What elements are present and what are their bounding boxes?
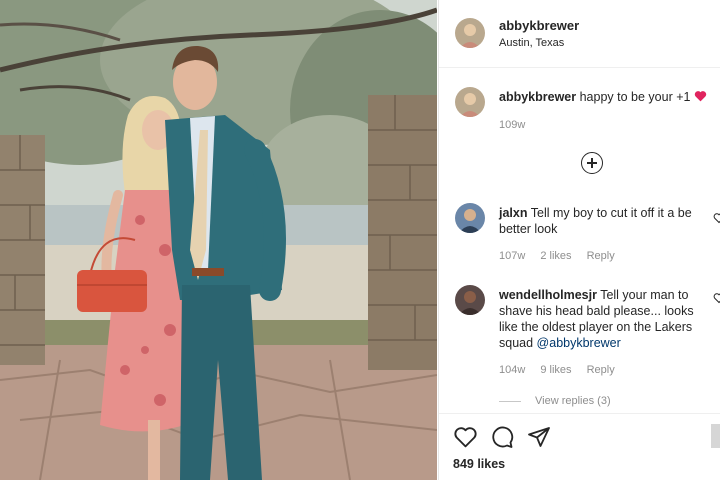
- caption-username[interactable]: abbykbrewer: [499, 90, 576, 104]
- comment-avatar-wendellholmesjr[interactable]: [455, 285, 485, 315]
- actions-divider: [439, 413, 720, 414]
- paper-plane-icon[interactable]: [527, 425, 551, 449]
- speech-bubble-icon[interactable]: [490, 425, 514, 449]
- comment-item: wendellholmesjr Tell your man to shave h…: [499, 287, 704, 376]
- author-avatar[interactable]: [455, 18, 485, 48]
- caption-avatar[interactable]: [455, 87, 485, 117]
- comment-mention-link[interactable]: @abbykbrewer: [537, 336, 621, 350]
- view-replies-label: View replies (3): [535, 395, 611, 407]
- view-replies-button[interactable]: View replies (3): [499, 395, 611, 407]
- comment-username[interactable]: jalxn: [499, 206, 528, 220]
- comment-reply-button[interactable]: Reply: [587, 250, 615, 262]
- post-sidebar: abbykbrewer Austin, Texas abbykbrewer ha…: [438, 0, 720, 480]
- couple-photo-illustration: [0, 0, 437, 480]
- comment-age[interactable]: 104w: [499, 364, 525, 376]
- caption: abbykbrewer happy to be your +1 109w: [499, 89, 719, 131]
- load-more-comments-icon[interactable]: [581, 152, 603, 174]
- comment-avatar-jalxn[interactable]: [455, 203, 485, 233]
- comment-likes[interactable]: 9 likes: [540, 364, 571, 376]
- post-location[interactable]: Austin, Texas: [499, 37, 564, 49]
- heart-outline-icon[interactable]: [453, 425, 478, 449]
- comment-text: Tell my boy to cut it off it a be better…: [499, 206, 692, 236]
- caption-age[interactable]: 109w: [499, 119, 525, 131]
- comment-age[interactable]: 107w: [499, 250, 525, 262]
- header-divider: [439, 67, 720, 68]
- comment-likes[interactable]: 2 likes: [540, 250, 571, 262]
- bookmark-icon[interactable]: [711, 424, 720, 448]
- comment-like-heart-icon[interactable]: [713, 212, 720, 224]
- comment-reply-button[interactable]: Reply: [587, 364, 615, 376]
- post-author-username[interactable]: abbykbrewer: [499, 18, 579, 33]
- view-replies-line: [499, 400, 521, 402]
- caption-text: happy to be your +1: [579, 90, 691, 104]
- red-heart-emoji-icon: [694, 91, 707, 102]
- post-photo[interactable]: [0, 0, 437, 480]
- comment-like-heart-icon[interactable]: [713, 292, 720, 304]
- comment-item: jalxn Tell my boy to cut it off it a be …: [499, 205, 704, 262]
- likes-count[interactable]: 849 likes: [453, 457, 505, 471]
- comment-username[interactable]: wendellholmesjr: [499, 288, 597, 302]
